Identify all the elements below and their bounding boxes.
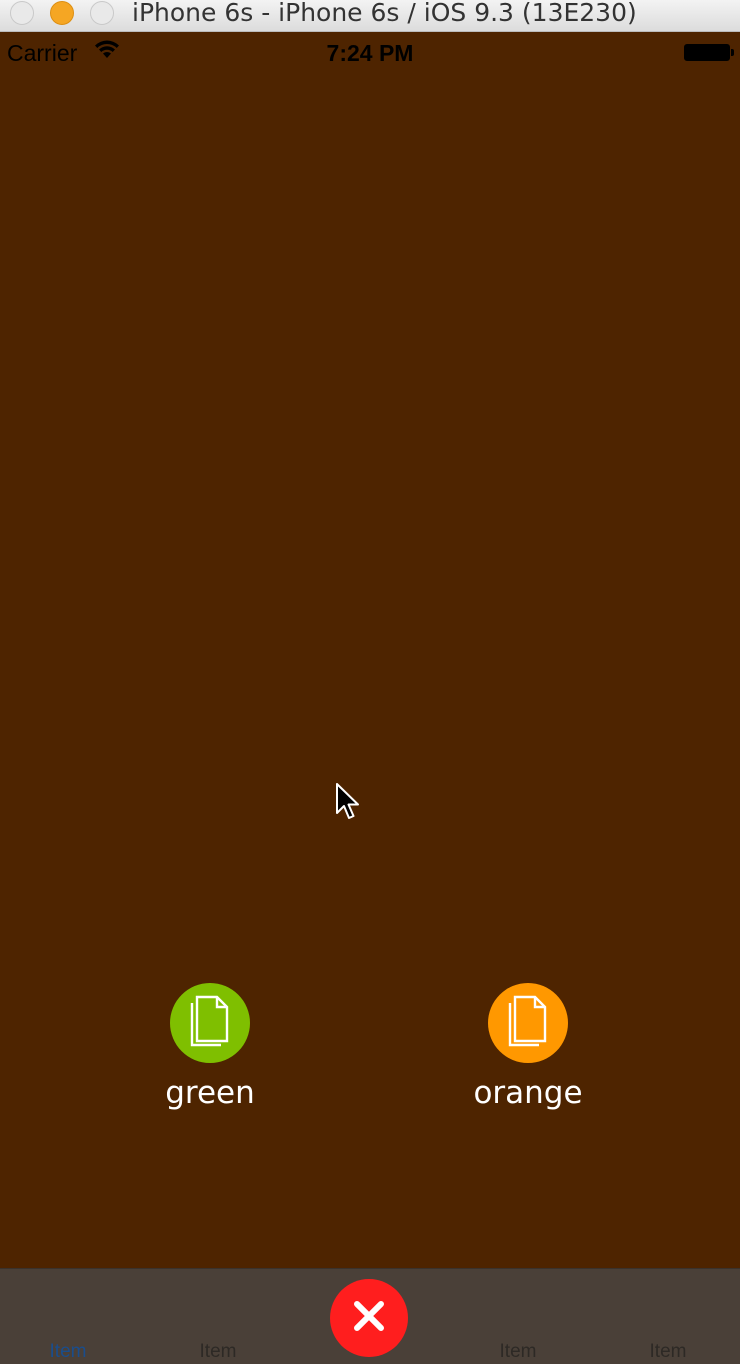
- battery-icon: [684, 44, 730, 61]
- tab-item-1[interactable]: Item: [18, 1341, 118, 1363]
- green-action[interactable]: green: [110, 983, 310, 1111]
- window-title-bar: iPhone 6s - iPhone 6s / iOS 9.3 (13E230): [0, 0, 740, 32]
- battery-tip: [731, 49, 734, 56]
- close-menu-button[interactable]: [330, 1279, 408, 1357]
- window-close-button[interactable]: [10, 1, 34, 25]
- mouse-cursor-icon: [335, 783, 361, 826]
- window-minimize-button[interactable]: [50, 1, 74, 25]
- orange-action-circle[interactable]: [488, 983, 568, 1063]
- green-action-circle[interactable]: [170, 983, 250, 1063]
- close-icon: [352, 1299, 386, 1338]
- window-title: iPhone 6s - iPhone 6s / iOS 9.3 (13E230): [132, 0, 637, 27]
- document-icon: [189, 995, 231, 1052]
- document-icon: [507, 995, 549, 1052]
- window-zoom-button[interactable]: [90, 1, 114, 25]
- tab-item-4[interactable]: Item: [618, 1341, 718, 1363]
- orange-action-label: orange: [473, 1075, 583, 1111]
- status-bar: Carrier 7:24 PM: [0, 32, 740, 72]
- status-time: 7:24 PM: [326, 40, 414, 66]
- orange-action[interactable]: orange: [428, 983, 628, 1111]
- tab-item-3[interactable]: Item: [468, 1341, 568, 1363]
- green-action-label: green: [165, 1075, 255, 1111]
- tab-item-2[interactable]: Item: [168, 1341, 268, 1363]
